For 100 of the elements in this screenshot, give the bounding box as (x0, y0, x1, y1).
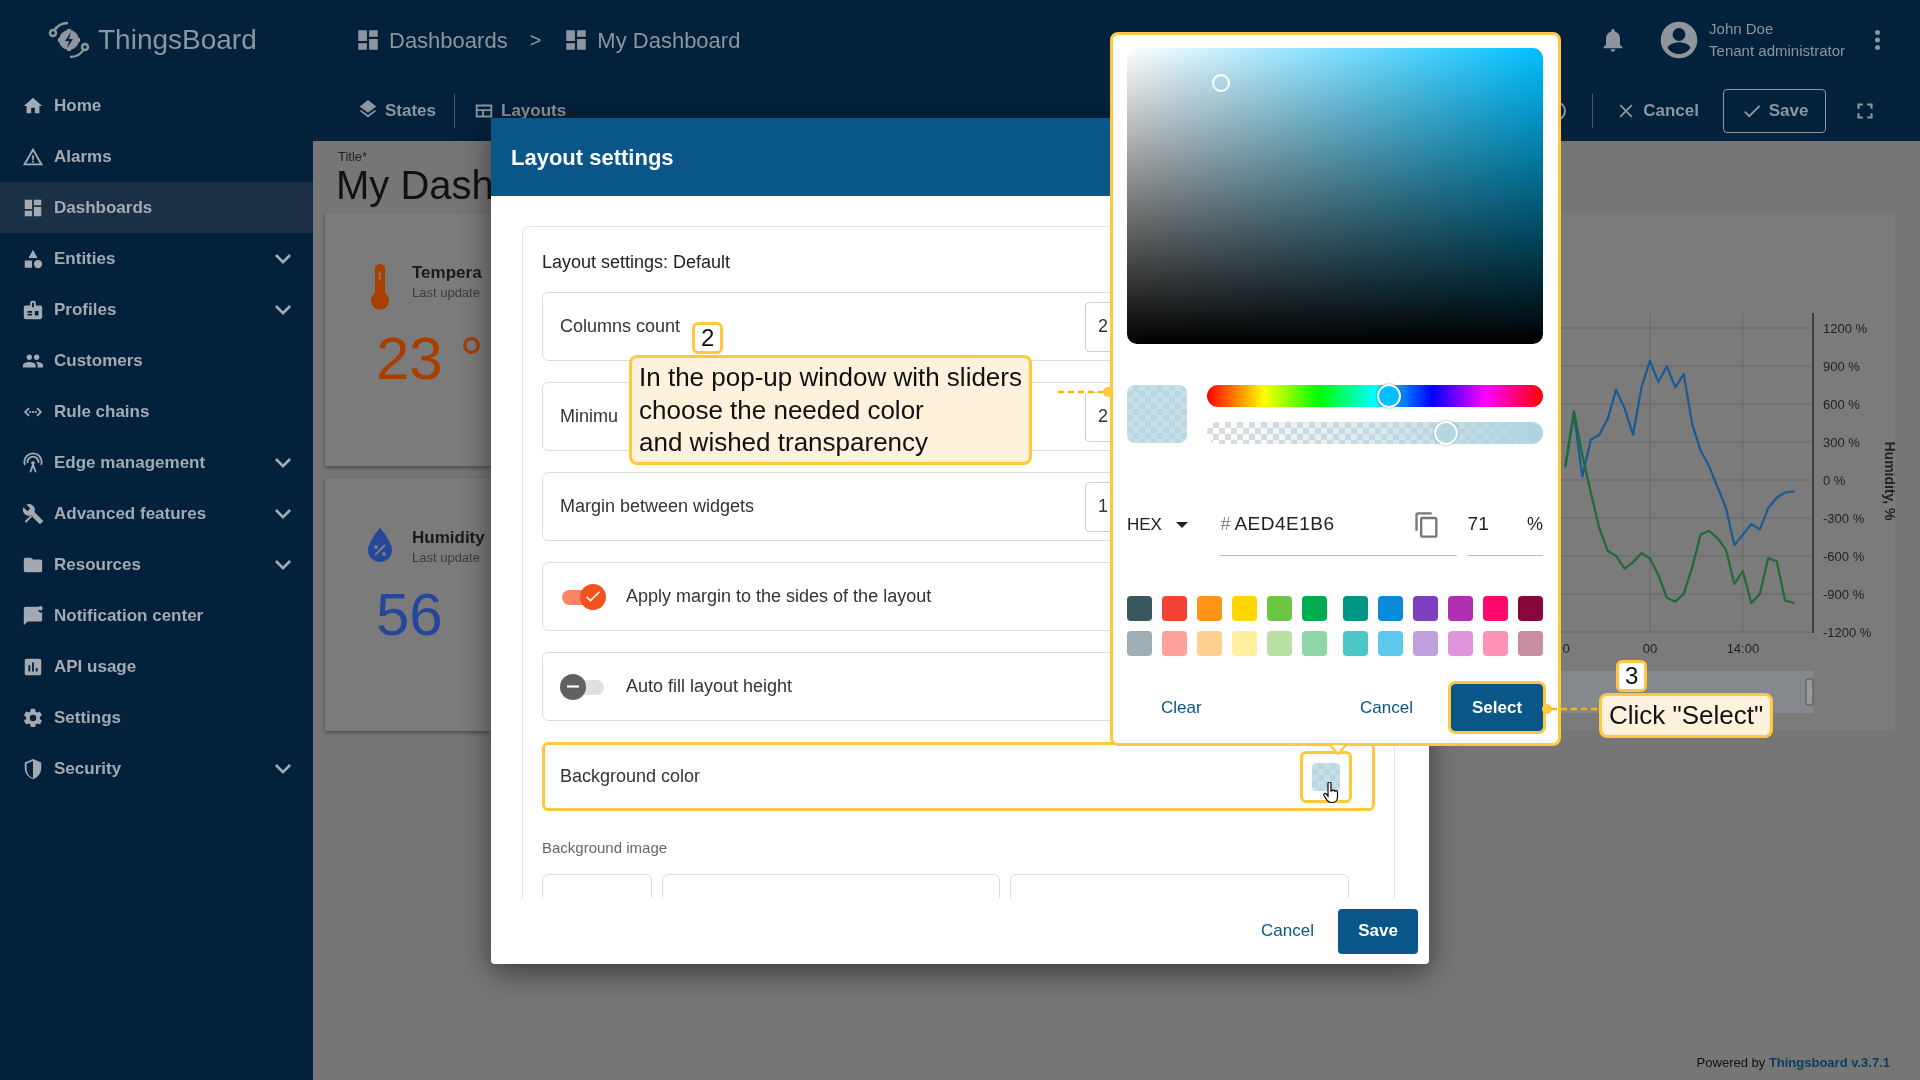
color-swatch[interactable] (1197, 596, 1222, 621)
color-preview (1127, 385, 1187, 443)
color-swatch[interactable] (1413, 631, 1438, 656)
section-label: Background image (542, 838, 669, 858)
nav-item[interactable]: Entities (0, 233, 313, 284)
field-label: Minimu (560, 405, 618, 428)
user-name: John Doe (1709, 18, 1775, 39)
color-swatch[interactable] (1127, 596, 1152, 621)
nav-item[interactable]: Rule chains (0, 386, 313, 437)
slider-thumb[interactable] (1377, 384, 1402, 408)
color-swatch[interactable] (1483, 596, 1508, 621)
toolbar-tab[interactable]: States (349, 97, 445, 124)
nav-item[interactable]: Home (0, 80, 313, 131)
axis-label: 0 % (1823, 472, 1846, 488)
tools-icon (22, 502, 44, 525)
nav-item[interactable]: Edge management (0, 437, 313, 488)
nav-item[interactable]: Profiles (0, 284, 313, 335)
water-drop-icon (368, 527, 392, 562)
cancel-button[interactable]: Cancel (1348, 686, 1425, 729)
axis-label: -300 % (1823, 510, 1865, 526)
color-swatch[interactable] (1448, 631, 1473, 656)
cancel-button[interactable]: Cancel (1607, 97, 1707, 124)
format-select[interactable]: HEX (1127, 512, 1207, 538)
hex-input[interactable]: AED4E1B6 (1234, 510, 1385, 539)
field-label: Columns count (560, 315, 681, 338)
user-role: Tenant administrator (1709, 41, 1845, 61)
breadcrumb-separator: > (529, 28, 542, 53)
section-title: Layout settings: Default (542, 251, 732, 274)
color-swatch[interactable] (1267, 631, 1292, 656)
check-icon (586, 591, 600, 602)
copy-icon (1412, 510, 1441, 539)
nav-item[interactable]: Notification center (0, 590, 313, 641)
axis-title: Humidity, % (1882, 440, 1895, 521)
color-swatch[interactable] (1518, 631, 1543, 656)
color-swatch[interactable] (1267, 596, 1292, 621)
save-button[interactable]: Save (1338, 908, 1418, 954)
color-swatch[interactable] (1343, 596, 1368, 621)
antenna-icon (22, 451, 44, 474)
more-menu-icon (1875, 30, 1880, 50)
alpha-slider[interactable] (1207, 422, 1543, 444)
saturation-area[interactable] (1127, 48, 1543, 344)
widget-title: Humidity (412, 527, 485, 548)
breadcrumb-link[interactable]: My Dashboard (563, 23, 741, 57)
color-swatch[interactable] (1162, 631, 1187, 656)
select-button[interactable]: Select (1451, 684, 1543, 731)
widget-title: Tempera (412, 262, 482, 283)
nav-item[interactable]: Advanced features (0, 488, 313, 539)
color-swatch[interactable] (1127, 631, 1152, 656)
color-swatch[interactable] (1197, 631, 1222, 656)
widget-value: 56 (376, 585, 444, 646)
cancel-button[interactable]: Cancel (1249, 910, 1326, 952)
hue-slider[interactable] (1207, 385, 1543, 407)
axis-label: 14:00 (1726, 640, 1760, 656)
color-swatch[interactable] (1448, 596, 1473, 621)
nav-item[interactable]: Customers (0, 335, 313, 386)
field-label: Background color (560, 765, 701, 788)
nav-item[interactable]: API usage (0, 641, 313, 692)
color-swatch[interactable] (1232, 631, 1257, 656)
color-swatch[interactable] (1302, 631, 1327, 656)
color-swatch[interactable] (1483, 631, 1508, 656)
color-swatch[interactable] (1302, 596, 1327, 621)
thermometer-icon (368, 262, 392, 311)
nav-item[interactable]: Security (0, 743, 313, 794)
settings-icon (22, 706, 44, 729)
axis-label: 900 % (1823, 358, 1860, 374)
percent-sign: % (1527, 513, 1543, 536)
picker-cursor[interactable] (1212, 73, 1231, 92)
color-swatch[interactable] (1162, 596, 1187, 621)
color-swatch[interactable] (1413, 596, 1438, 621)
color-swatch[interactable] (1232, 596, 1257, 621)
alpha-input[interactable]: 71 (1467, 510, 1502, 539)
id-badge-icon (22, 298, 44, 321)
toggle-label: Apply margin to the sides of the layout (626, 585, 932, 608)
color-swatch[interactable] (1518, 596, 1543, 621)
minus-icon (567, 685, 579, 688)
nav-item[interactable]: Dashboards (0, 182, 313, 233)
color-swatch[interactable] (1343, 631, 1368, 656)
color-swatch[interactable] (1378, 596, 1403, 621)
save-button[interactable]: Save (1723, 88, 1826, 133)
axis-label: 1200 % (1823, 320, 1868, 336)
logo-text: ThingsBoard (98, 23, 257, 57)
slider-thumb[interactable] (1433, 421, 1458, 445)
color-swatch[interactable] (1378, 631, 1403, 656)
widget-subtitle: Last update (412, 548, 481, 567)
axis-label: -1200 % (1823, 624, 1872, 640)
callout-text: Click "Select" (1599, 693, 1774, 738)
axis-label: 00 (1642, 640, 1658, 656)
breadcrumb-link[interactable]: Dashboards (355, 23, 508, 57)
dropdown-caret-icon (1175, 522, 1188, 528)
widget-subtitle: Last update (412, 283, 481, 302)
axis-label: 0 (1562, 640, 1570, 656)
nav-item[interactable]: Alarms (0, 131, 313, 182)
nav-item[interactable]: Settings (0, 692, 313, 743)
nav-item[interactable]: Resources (0, 539, 313, 590)
chat-icon (22, 604, 44, 627)
clear-button[interactable]: Clear (1149, 686, 1214, 729)
callout-text: In the pop-up window with sliders choose the needed color and wished transparency (629, 355, 1032, 465)
color-swatch-button[interactable] (1300, 750, 1352, 803)
shield-icon (22, 757, 44, 780)
toggle-label: Auto fill layout height (626, 675, 793, 698)
